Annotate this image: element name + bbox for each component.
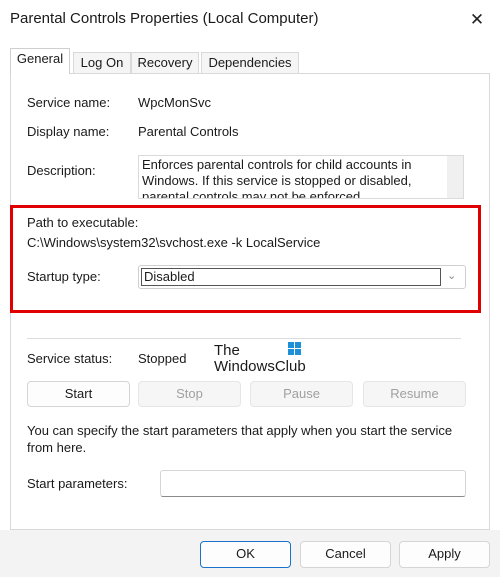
ok-button[interactable]: OK (200, 541, 291, 568)
close-icon[interactable]: ✕ (462, 6, 492, 34)
pause-button[interactable]: Pause (250, 381, 353, 407)
path-label: Path to executable: (27, 215, 139, 230)
divider (27, 338, 461, 339)
resume-button[interactable]: Resume (363, 381, 466, 407)
display-name-label: Display name: (27, 124, 110, 139)
start-params-note: You can specify the start parameters tha… (27, 423, 453, 455)
tab-dependencies[interactable]: Dependencies (201, 52, 299, 73)
title-bar: Parental Controls Properties (Local Comp… (0, 0, 500, 40)
watermark-line1: The (214, 342, 240, 359)
start-params-label: Start parameters: (27, 476, 128, 491)
start-button[interactable]: Start (27, 381, 130, 407)
cancel-button[interactable]: Cancel (300, 541, 391, 568)
startup-type-select[interactable]: Disabled ⌄ (138, 265, 466, 289)
apply-button[interactable]: Apply (399, 541, 490, 568)
tab-recovery[interactable]: Recovery (131, 52, 199, 73)
tab-general[interactable]: General (10, 48, 70, 74)
watermark-line2: WindowsClub (214, 358, 306, 375)
stop-button[interactable]: Stop (138, 381, 241, 407)
windows-logo-icon (288, 342, 302, 356)
startup-type-label: Startup type: (27, 269, 101, 284)
tab-bar: General Log On Recovery Dependencies (10, 48, 490, 74)
tab-log-on[interactable]: Log On (73, 52, 131, 73)
display-name-value: Parental Controls (138, 124, 239, 139)
service-name-label: Service name: (27, 95, 111, 110)
description-label: Description: (27, 163, 96, 178)
service-name-value: WpcMonSvc (138, 95, 211, 110)
startup-type-value: Disabled (141, 268, 441, 286)
chevron-down-icon: ⌄ (447, 270, 457, 282)
description-box[interactable]: Enforces parental controls for child acc… (138, 155, 464, 199)
description-scrollbar[interactable] (447, 156, 463, 198)
path-value: C:\Windows\system32\svchost.exe -k Local… (27, 235, 321, 250)
service-status-label: Service status: (27, 351, 113, 366)
window-title: Parental Controls Properties (Local Comp… (10, 10, 319, 27)
service-status-value: Stopped (138, 351, 187, 366)
start-params-input[interactable] (160, 470, 466, 497)
